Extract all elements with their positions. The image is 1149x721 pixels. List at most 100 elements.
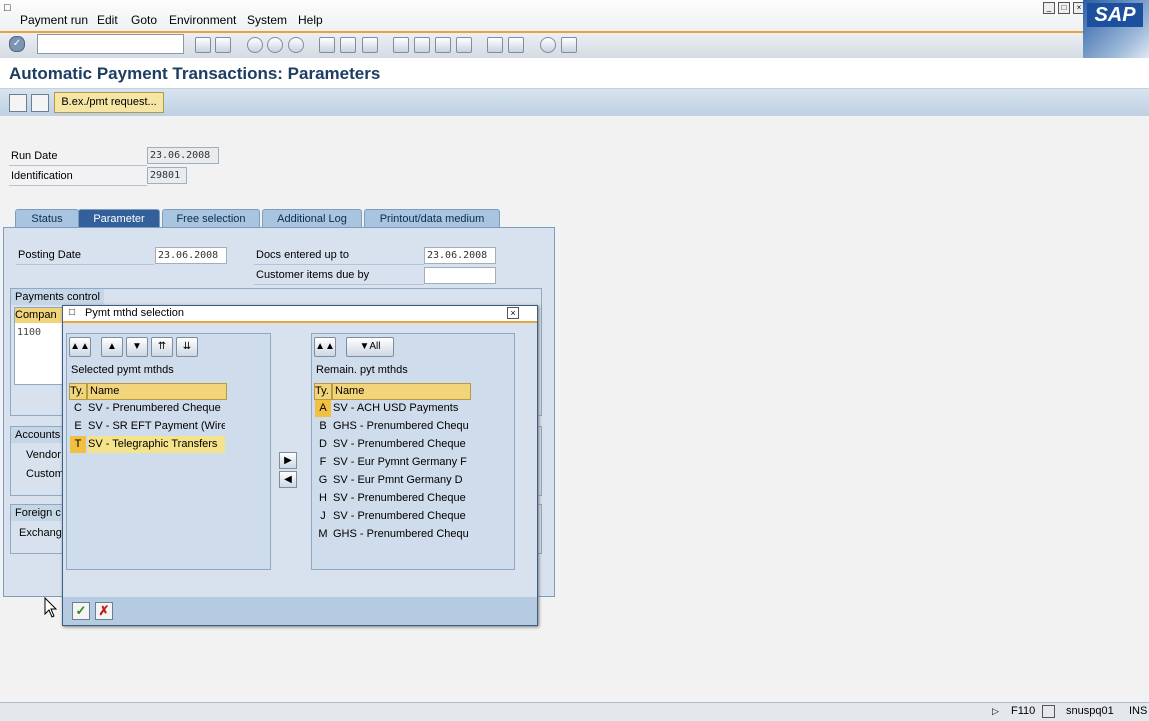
- list-item-name[interactable]: SV - Prenumbered Cheque: [333, 436, 469, 453]
- remaining-methods-panel: ▲▲ ▼All Remain. pyt mthds Ty. Name A SV …: [311, 333, 515, 570]
- identification-field[interactable]: 29801: [147, 167, 187, 184]
- application-toolbar: [0, 89, 1149, 116]
- last-page-icon[interactable]: [456, 37, 472, 53]
- copy-icon[interactable]: [9, 94, 27, 112]
- divider: [254, 264, 424, 265]
- col-name-header: Name: [332, 383, 471, 400]
- company-code-value[interactable]: 1100: [17, 327, 41, 338]
- selected-methods-label: Selected pymt mthds: [71, 364, 174, 376]
- divider: [9, 165, 147, 166]
- list-item-name[interactable]: SV - ACH USD Payments: [333, 400, 469, 417]
- list-item-name[interactable]: SV - SR EFT Payment (Wire: [88, 418, 225, 435]
- filter-all-button[interactable]: ▼All: [346, 337, 394, 357]
- layout-menu-icon[interactable]: [561, 37, 577, 53]
- dialog-footer: ✓ ✗: [63, 597, 537, 625]
- move-up-icon[interactable]: ▲: [101, 337, 123, 357]
- filter-all-label: All: [369, 341, 381, 352]
- col-ty-header: Ty.: [69, 383, 87, 400]
- previous-page-icon[interactable]: [414, 37, 430, 53]
- col-name-header: Name: [87, 383, 227, 400]
- page-title: Automatic Payment Transactions: Paramete…: [9, 64, 381, 83]
- run-date-field[interactable]: 23.06.2008: [147, 147, 219, 164]
- tab-free-selection[interactable]: Free selection: [162, 209, 260, 228]
- list-item-name[interactable]: SV - Eur Pymnt Germany F: [333, 454, 469, 471]
- tab-parameter[interactable]: Parameter: [78, 209, 160, 228]
- payments-control-title: Payments control: [11, 289, 104, 305]
- move-top-icon[interactable]: ⇈: [151, 337, 173, 357]
- cancel-dialog-icon[interactable]: ✗: [95, 602, 113, 620]
- list-item-name[interactable]: SV - Eur Pmnt Germany D: [333, 472, 469, 489]
- posting-date-field[interactable]: 23.06.2008: [155, 247, 227, 264]
- shortcut-icon[interactable]: [508, 37, 524, 53]
- list-item-ty[interactable]: M: [315, 526, 331, 543]
- bex-pmt-request-button[interactable]: B.ex./pmt request...: [54, 92, 164, 113]
- vendor-label: Vendor: [26, 449, 61, 461]
- docs-entered-field[interactable]: 23.06.2008: [424, 247, 496, 264]
- list-item-ty[interactable]: G: [315, 472, 331, 489]
- menu-environment[interactable]: Environment: [169, 13, 236, 27]
- save-icon[interactable]: [215, 37, 231, 53]
- enter-icon[interactable]: ✓: [9, 36, 25, 52]
- list-item-ty[interactable]: C: [70, 400, 86, 417]
- list-item-name[interactable]: SV - Prenumbered Cheque: [333, 490, 469, 507]
- exit-icon[interactable]: [267, 37, 283, 53]
- find-next-icon[interactable]: [362, 37, 378, 53]
- tab-status[interactable]: Status: [15, 209, 79, 228]
- move-down-icon[interactable]: ▼: [126, 337, 148, 357]
- help-icon[interactable]: [540, 37, 556, 53]
- status-expand-icon[interactable]: ▷: [992, 704, 999, 718]
- menu-system[interactable]: System: [247, 13, 287, 27]
- status-bar: [0, 702, 1149, 721]
- list-item-ty[interactable]: F: [315, 454, 331, 471]
- command-field[interactable]: [37, 34, 184, 54]
- menu-goto[interactable]: Goto: [131, 13, 157, 27]
- next-page-icon[interactable]: [435, 37, 451, 53]
- session-info-icon[interactable]: [1042, 705, 1055, 718]
- new-session-icon[interactable]: [487, 37, 503, 53]
- transaction-code: F110: [1011, 705, 1036, 717]
- customer-items-field[interactable]: [424, 267, 496, 284]
- list-item-name-selected[interactable]: SV - Telegraphic Transfers: [88, 436, 225, 453]
- list-item-ty[interactable]: B: [315, 418, 331, 435]
- tab-additional-log[interactable]: Additional Log: [262, 209, 362, 228]
- list-item-ty-selected[interactable]: T: [70, 436, 86, 453]
- list-item-ty-selected[interactable]: A: [315, 400, 331, 417]
- confirm-icon[interactable]: ✓: [72, 602, 90, 620]
- list-item-ty[interactable]: D: [315, 436, 331, 453]
- company-code-header: Compan: [15, 308, 65, 323]
- display-icon[interactable]: [31, 94, 49, 112]
- list-item-name[interactable]: SV - Prenumbered Cheque: [333, 508, 469, 525]
- back-icon[interactable]: [195, 37, 211, 53]
- tab-printout-data-medium[interactable]: Printout/data medium: [364, 209, 500, 228]
- binoculars-icon[interactable]: ▲▲: [69, 337, 91, 357]
- maximize-icon[interactable]: □: [1058, 2, 1070, 14]
- cancel-icon[interactable]: [288, 37, 304, 53]
- menu-edit[interactable]: Edit: [97, 13, 118, 27]
- run-date-label: Run Date: [11, 150, 58, 162]
- move-left-icon[interactable]: ◀: [279, 471, 297, 488]
- list-item-ty[interactable]: E: [70, 418, 86, 435]
- menu-help[interactable]: Help: [298, 13, 323, 27]
- back-nav-icon[interactable]: [247, 37, 263, 53]
- print-icon[interactable]: [319, 37, 335, 53]
- input-mode: INS: [1129, 705, 1148, 717]
- list-item-ty[interactable]: H: [315, 490, 331, 507]
- move-right-icon[interactable]: ▶: [279, 452, 297, 469]
- menu-payment-run[interactable]: Payment run: [20, 13, 88, 27]
- find-icon[interactable]: [340, 37, 356, 53]
- menu-bar: □ Payment run Edit Goto Environment Syst…: [0, 0, 1149, 31]
- list-item-name[interactable]: GHS - Prenumbered Cheque: [333, 418, 469, 435]
- list-item-name[interactable]: GHS - Prenumbered Cheque: [333, 526, 469, 543]
- list-item-ty[interactable]: J: [315, 508, 331, 525]
- col-ty-header: Ty.: [314, 383, 332, 400]
- filter-icon: ▼: [359, 341, 370, 352]
- move-bottom-icon[interactable]: ⇊: [176, 337, 198, 357]
- window-menu-icon[interactable]: □: [4, 2, 11, 14]
- list-item-name[interactable]: SV - Prenumbered Cheque: [88, 400, 225, 417]
- customer-items-label: Customer items due by: [256, 269, 370, 281]
- dialog-close-icon[interactable]: ×: [507, 307, 519, 319]
- dialog-window-icon: □: [69, 307, 76, 318]
- first-page-icon[interactable]: [393, 37, 409, 53]
- binoculars-icon[interactable]: ▲▲: [314, 337, 336, 357]
- minimize-icon[interactable]: _: [1043, 2, 1055, 14]
